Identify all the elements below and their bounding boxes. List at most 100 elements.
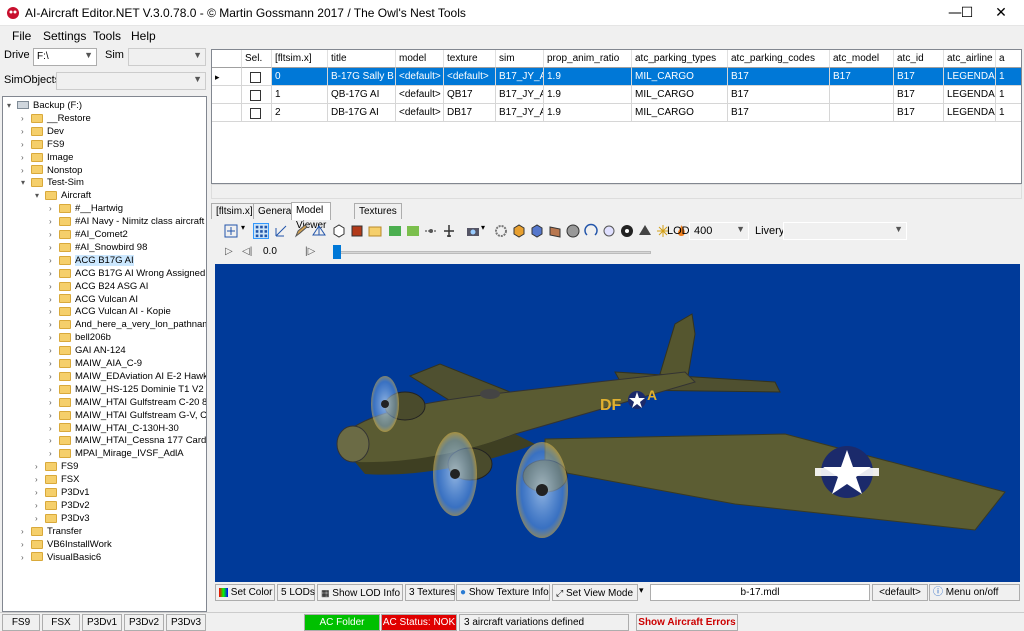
collapse-icon[interactable]: ▾ (7, 99, 11, 112)
expand-icon[interactable]: › (49, 331, 52, 344)
tree-item[interactable]: › VB6InstallWork (21, 538, 112, 551)
tab-textures[interactable]: Textures (354, 203, 402, 219)
expand-icon[interactable]: › (49, 447, 52, 460)
tree-item[interactable]: › MPAI_Mirage_IVSF_AdlA (49, 447, 184, 460)
table-cell[interactable]: MIL_CARGO (632, 68, 728, 86)
tree-item[interactable]: › bell206b (49, 331, 111, 344)
table-cell[interactable]: B17 (728, 104, 830, 122)
expand-icon[interactable]: › (21, 125, 24, 138)
select-checkbox-cell[interactable] (242, 104, 272, 122)
cube-icon[interactable] (331, 223, 347, 239)
show-aircraft-errors-button[interactable]: Show Aircraft Errors (636, 614, 738, 631)
pencil-icon[interactable] (293, 223, 309, 239)
variations-grid[interactable]: Sel. [fltsim.x] title model texture sim prop_a… (211, 49, 1022, 184)
grid-icon[interactable] (253, 223, 269, 239)
menu-help[interactable]: Help (131, 29, 156, 43)
column-header[interactable]: a (996, 50, 1021, 68)
collapse-icon[interactable]: ▾ (35, 189, 39, 202)
tab-fltsim[interactable]: [fltsim.x] (211, 203, 258, 219)
table-cell[interactable]: <default> (444, 68, 496, 86)
tree-item[interactable]: › FSX (35, 473, 79, 486)
table-cell[interactable]: LEGENDARY (944, 104, 996, 122)
table-cell[interactable]: B17 (894, 68, 944, 86)
table-cell[interactable]: 1.9 (544, 104, 632, 122)
table-cell[interactable]: 2 (272, 104, 328, 122)
expand-icon[interactable]: › (49, 383, 52, 396)
expand-icon[interactable]: › (21, 164, 24, 177)
sim-combo[interactable]: ▼ (128, 48, 206, 66)
table-cell[interactable]: LEGENDARY (944, 68, 996, 86)
expand-icon[interactable]: › (49, 434, 52, 447)
expand-icon[interactable]: › (35, 460, 38, 473)
expand-icon[interactable]: › (49, 228, 52, 241)
tree-item[interactable]: › #AI Navy - Nimitz class aircraft carr (49, 215, 206, 228)
table-cell[interactable]: 1 (996, 104, 1021, 122)
chevron-down-icon[interactable]: ▾ (639, 585, 644, 596)
column-header[interactable]: texture (444, 50, 496, 68)
axis-icon[interactable] (273, 223, 289, 239)
box-icon[interactable] (511, 223, 527, 239)
table-cell[interactable]: 1 (996, 68, 1021, 86)
collapse-icon[interactable]: ▾ (21, 176, 25, 189)
tree-item[interactable]: ▾ Aircraft (35, 189, 91, 202)
select-checkbox[interactable] (250, 90, 261, 101)
table-cell[interactable]: 1.9 (544, 86, 632, 104)
set-color-button[interactable]: Set Color (215, 584, 275, 601)
select-checkbox-cell[interactable] (242, 68, 272, 86)
tree-item[interactable]: › P3Dv2 (35, 499, 90, 512)
fit-view-icon[interactable] (223, 223, 239, 239)
tree-item[interactable]: › ACG B24 ASG AI (49, 280, 148, 293)
table-cell[interactable] (830, 104, 894, 122)
expand-icon[interactable]: › (21, 525, 24, 538)
drive-combo[interactable]: F:\ ▼ (33, 48, 97, 66)
sim-p3dv2-button[interactable]: P3Dv2 (124, 614, 164, 631)
green-plane-icon[interactable] (387, 223, 403, 239)
menu-tools[interactable]: Tools (93, 29, 121, 43)
tree-item[interactable]: › VisualBasic6 (21, 551, 101, 564)
expand-icon[interactable]: › (35, 512, 38, 525)
table-cell[interactable]: B17 (894, 86, 944, 104)
column-header[interactable]: title (328, 50, 396, 68)
select-checkbox-cell[interactable] (242, 86, 272, 104)
tree-item[interactable]: › Image (21, 151, 73, 164)
tree-item[interactable]: › ACG Vulcan AI - Kopie (49, 305, 171, 318)
expand-icon[interactable]: › (49, 267, 52, 280)
expand-icon[interactable]: › (35, 499, 38, 512)
column-header[interactable]: atc_model (830, 50, 894, 68)
tree-item[interactable]: › ACG B17G AI Wrong Assigned Tex (49, 267, 206, 280)
lights-icon[interactable] (601, 223, 617, 239)
column-header[interactable]: model (396, 50, 444, 68)
expand-icon[interactable]: › (21, 551, 24, 564)
show-lod-info-button[interactable]: ▦ Show LOD Info (317, 584, 403, 601)
expand-icon[interactable]: › (49, 318, 52, 331)
table-cell[interactable]: 1 (996, 86, 1021, 104)
column-header[interactable]: atc_airline (944, 50, 996, 68)
expand-icon[interactable]: › (49, 357, 52, 370)
table-cell[interactable]: B17 (728, 86, 830, 104)
table-cell[interactable]: <default> (396, 104, 444, 122)
tree-item[interactable]: › MAIW_HS-125 Dominie T1 V2 (JB (49, 383, 206, 396)
fan-icon[interactable] (619, 223, 635, 239)
tree-item[interactable]: › ACG Vulcan AI (49, 293, 138, 306)
current-row-icon[interactable]: ▸ (212, 68, 242, 86)
show-texture-info-button[interactable]: ● Show Texture Info (456, 584, 550, 601)
select-checkbox[interactable] (250, 108, 261, 119)
tree-item[interactable]: › P3Dv1 (35, 486, 90, 499)
expand-icon[interactable]: › (49, 293, 52, 306)
expand-icon[interactable]: › (49, 370, 52, 383)
expand-icon[interactable]: › (35, 473, 38, 486)
menu-file[interactable]: File (12, 29, 31, 43)
row-header[interactable] (212, 104, 242, 122)
table-cell[interactable]: B17_JY_AI (496, 86, 544, 104)
column-header[interactable]: atc_id (894, 50, 944, 68)
simobjects-combo[interactable]: ▼ (56, 72, 206, 90)
table-cell[interactable]: B17 (830, 68, 894, 86)
column-header[interactable]: Sel. (242, 50, 272, 68)
folder-open-icon[interactable] (367, 223, 383, 239)
sphere-icon[interactable] (565, 223, 581, 239)
airplane-icon[interactable] (441, 223, 457, 239)
table-cell[interactable]: <default> (396, 68, 444, 86)
expand-icon[interactable]: › (49, 305, 52, 318)
table-cell[interactable]: B17_JY_AI (496, 68, 544, 86)
livery-combo[interactable]: ▼ (783, 222, 907, 240)
